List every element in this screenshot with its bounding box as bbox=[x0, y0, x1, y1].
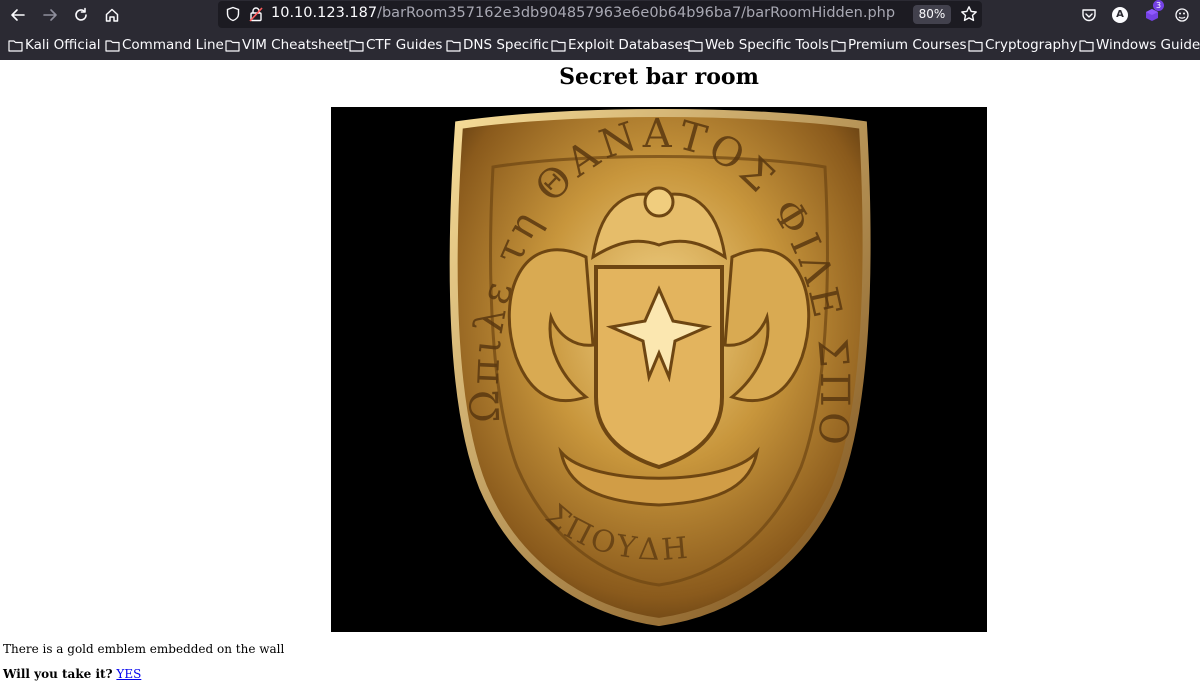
star-icon[interactable] bbox=[960, 5, 978, 23]
yes-link[interactable]: YES bbox=[116, 667, 141, 681]
bookmark-label: DNS Specific bbox=[463, 37, 549, 53]
settings-icon[interactable] bbox=[1172, 5, 1192, 25]
folder-icon bbox=[551, 39, 566, 52]
bookmark-label: Command Line bbox=[122, 37, 224, 53]
pocket-icon[interactable] bbox=[1079, 5, 1099, 25]
bookmark-label: VIM Cheatsheet bbox=[242, 37, 349, 53]
bookmark-folder[interactable]: Exploit Databases bbox=[551, 37, 690, 53]
bookmark-label: Premium Courses bbox=[848, 37, 967, 53]
folder-icon bbox=[1079, 39, 1094, 52]
bookmark-folder[interactable]: Windows Guide bbox=[1079, 37, 1200, 53]
bookmark-label: Kali Official bbox=[25, 37, 101, 53]
bookmark-folder[interactable]: CTF Guides bbox=[349, 37, 442, 53]
folder-icon bbox=[446, 39, 461, 52]
url-path: /barRoom357162e3db904857963e6e0b64b96ba7… bbox=[377, 5, 896, 21]
take-question: Will you take it? YES bbox=[3, 667, 141, 681]
bookmark-label: Windows Guide bbox=[1096, 37, 1200, 53]
page-title: Secret bar room bbox=[559, 64, 759, 90]
bookmarks-toolbar: Kali Official Command Line VIM Cheatshee… bbox=[0, 30, 1200, 60]
extension-icon[interactable]: 3 bbox=[1142, 0, 1165, 25]
gold-emblem-image: Ωπιλε τη ΘΑΝΑΤΟΣ ΦΙΛΕ ΣΠΟΥΔΗ ΣΠΟΥΔΗ bbox=[331, 107, 987, 632]
question-text: Will you take it? bbox=[3, 667, 113, 681]
account-initial: A bbox=[1112, 7, 1128, 23]
url-bar[interactable]: 10.10.123.187/barRoom357162e3db904857963… bbox=[218, 1, 982, 28]
shield-icon[interactable] bbox=[225, 6, 241, 22]
url-text[interactable]: 10.10.123.187/barRoom357162e3db904857963… bbox=[271, 5, 895, 21]
home-icon[interactable] bbox=[100, 3, 124, 27]
folder-icon bbox=[688, 39, 703, 52]
bookmark-folder[interactable]: Web Specific Tools bbox=[688, 37, 829, 53]
browser-toolbar: 10.10.123.187/barRoom357162e3db904857963… bbox=[0, 0, 1200, 30]
zoom-level-button[interactable]: 80% bbox=[913, 5, 951, 24]
bookmark-folder[interactable]: DNS Specific bbox=[446, 37, 549, 53]
bookmark-label: Cryptography bbox=[985, 37, 1078, 53]
back-arrow-icon[interactable] bbox=[6, 3, 30, 27]
url-host: 10.10.123.187 bbox=[271, 5, 378, 21]
folder-icon bbox=[349, 39, 364, 52]
folder-icon bbox=[8, 39, 23, 52]
insecure-lock-icon[interactable] bbox=[248, 6, 264, 22]
account-icon[interactable]: A bbox=[1110, 5, 1130, 25]
folder-icon bbox=[225, 39, 240, 52]
extension-badge: 3 bbox=[1153, 0, 1165, 11]
gold-emblem-illustration: Ωπιλε τη ΘΑΝΑΤΟΣ ΦΙΛΕ ΣΠΟΥΔΗ ΣΠΟΥΔΗ bbox=[331, 107, 871, 627]
bookmark-label: Web Specific Tools bbox=[705, 37, 829, 53]
bookmark-label: CTF Guides bbox=[366, 37, 443, 53]
bookmark-folder[interactable]: VIM Cheatsheet bbox=[225, 37, 349, 53]
folder-icon bbox=[105, 39, 120, 52]
bookmark-folder[interactable]: Kali Official bbox=[8, 37, 101, 53]
reload-icon[interactable] bbox=[69, 3, 93, 27]
emblem-description: There is a gold emblem embedded on the w… bbox=[3, 642, 285, 656]
bookmark-folder[interactable]: Command Line bbox=[105, 37, 224, 53]
folder-icon bbox=[968, 39, 983, 52]
forward-arrow-icon[interactable] bbox=[38, 3, 62, 27]
bookmark-label: Exploit Databases bbox=[568, 37, 690, 53]
bookmark-folder[interactable]: Cryptography bbox=[968, 37, 1078, 53]
folder-icon bbox=[831, 39, 846, 52]
bookmark-folder[interactable]: Premium Courses bbox=[831, 37, 967, 53]
